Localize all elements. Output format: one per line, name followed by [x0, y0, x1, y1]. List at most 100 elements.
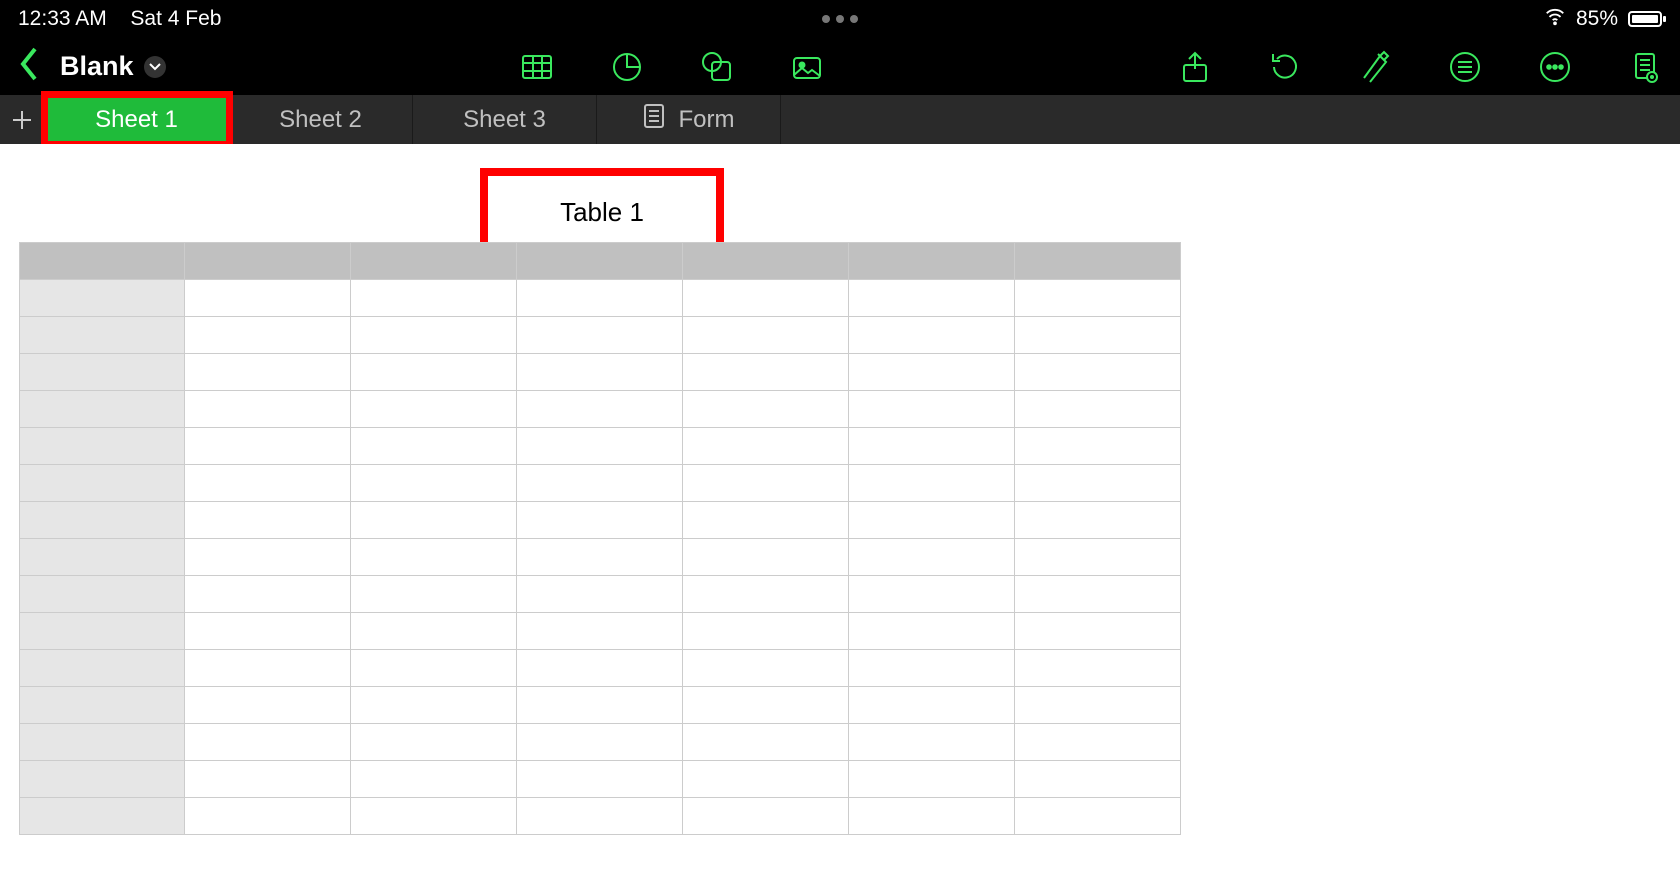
- row-header[interactable]: [20, 798, 185, 835]
- cell[interactable]: [517, 539, 683, 576]
- media-icon[interactable]: [790, 50, 824, 84]
- row-header[interactable]: [20, 280, 185, 317]
- table-row[interactable]: [20, 650, 1181, 687]
- document-title[interactable]: Blank: [60, 51, 134, 82]
- cell[interactable]: [517, 428, 683, 465]
- cell[interactable]: [1015, 761, 1181, 798]
- row-header[interactable]: [20, 428, 185, 465]
- cell[interactable]: [683, 724, 849, 761]
- table-row[interactable]: [20, 724, 1181, 761]
- cell[interactable]: [1015, 576, 1181, 613]
- undo-icon[interactable]: [1268, 50, 1302, 84]
- cell[interactable]: [185, 798, 351, 835]
- cell[interactable]: [1015, 724, 1181, 761]
- cell[interactable]: [849, 650, 1015, 687]
- cell[interactable]: [517, 650, 683, 687]
- cell[interactable]: [185, 391, 351, 428]
- table-row[interactable]: [20, 391, 1181, 428]
- cell[interactable]: [351, 354, 517, 391]
- cell[interactable]: [517, 761, 683, 798]
- cell[interactable]: [683, 428, 849, 465]
- spreadsheet-table[interactable]: [19, 242, 1181, 835]
- cell[interactable]: [683, 761, 849, 798]
- column-header[interactable]: [849, 243, 1015, 280]
- list-menu-icon[interactable]: [1448, 50, 1482, 84]
- row-header[interactable]: [20, 354, 185, 391]
- table-row[interactable]: [20, 317, 1181, 354]
- cell[interactable]: [1015, 391, 1181, 428]
- cell[interactable]: [849, 280, 1015, 317]
- cell[interactable]: [351, 391, 517, 428]
- table-row[interactable]: [20, 280, 1181, 317]
- cell[interactable]: [683, 502, 849, 539]
- cell[interactable]: [185, 724, 351, 761]
- cell[interactable]: [517, 391, 683, 428]
- table-row[interactable]: [20, 354, 1181, 391]
- table-row[interactable]: [20, 687, 1181, 724]
- cell[interactable]: [351, 798, 517, 835]
- cell[interactable]: [849, 724, 1015, 761]
- table-row[interactable]: [20, 798, 1181, 835]
- cell[interactable]: [1015, 798, 1181, 835]
- cell[interactable]: [1015, 428, 1181, 465]
- sheet-tab-3[interactable]: Sheet 3: [413, 95, 597, 144]
- table-row[interactable]: [20, 465, 1181, 502]
- cell[interactable]: [185, 428, 351, 465]
- cell[interactable]: [849, 428, 1015, 465]
- cell[interactable]: [683, 613, 849, 650]
- row-header[interactable]: [20, 687, 185, 724]
- cell[interactable]: [351, 576, 517, 613]
- row-header[interactable]: [20, 539, 185, 576]
- cell[interactable]: [185, 613, 351, 650]
- table-row[interactable]: [20, 502, 1181, 539]
- column-header[interactable]: [351, 243, 517, 280]
- cell[interactable]: [683, 354, 849, 391]
- cell[interactable]: [185, 650, 351, 687]
- cell[interactable]: [351, 502, 517, 539]
- shape-icon[interactable]: [700, 50, 734, 84]
- cell[interactable]: [185, 354, 351, 391]
- cell[interactable]: [683, 576, 849, 613]
- add-sheet-button[interactable]: [0, 95, 45, 144]
- cell[interactable]: [1015, 613, 1181, 650]
- more-icon[interactable]: [1538, 50, 1572, 84]
- cell[interactable]: [683, 465, 849, 502]
- row-header[interactable]: [20, 317, 185, 354]
- cell[interactable]: [517, 280, 683, 317]
- cell[interactable]: [849, 687, 1015, 724]
- cell[interactable]: [849, 391, 1015, 428]
- table-row[interactable]: [20, 539, 1181, 576]
- column-header[interactable]: [683, 243, 849, 280]
- cell[interactable]: [517, 724, 683, 761]
- format-icon[interactable]: [1358, 50, 1392, 84]
- cell[interactable]: [683, 650, 849, 687]
- table-row[interactable]: [20, 428, 1181, 465]
- row-header[interactable]: [20, 391, 185, 428]
- sheet-tab-1[interactable]: Sheet 1: [45, 95, 229, 144]
- cell[interactable]: [185, 465, 351, 502]
- column-header[interactable]: [1015, 243, 1181, 280]
- row-header[interactable]: [20, 761, 185, 798]
- cell[interactable]: [849, 539, 1015, 576]
- cell[interactable]: [849, 317, 1015, 354]
- share-icon[interactable]: [1178, 50, 1212, 84]
- row-header[interactable]: [20, 502, 185, 539]
- cell[interactable]: [185, 502, 351, 539]
- cell[interactable]: [351, 317, 517, 354]
- column-header[interactable]: [185, 243, 351, 280]
- column-header-row[interactable]: [20, 243, 1181, 280]
- table-row[interactable]: [20, 613, 1181, 650]
- table-icon[interactable]: [520, 50, 554, 84]
- cell[interactable]: [683, 391, 849, 428]
- cell[interactable]: [517, 687, 683, 724]
- cell[interactable]: [517, 502, 683, 539]
- cell[interactable]: [517, 354, 683, 391]
- document-settings-icon[interactable]: [1628, 50, 1662, 84]
- cell[interactable]: [351, 724, 517, 761]
- row-header[interactable]: [20, 576, 185, 613]
- cell[interactable]: [351, 687, 517, 724]
- cell[interactable]: [185, 539, 351, 576]
- cell[interactable]: [185, 576, 351, 613]
- cell[interactable]: [351, 761, 517, 798]
- cell[interactable]: [517, 576, 683, 613]
